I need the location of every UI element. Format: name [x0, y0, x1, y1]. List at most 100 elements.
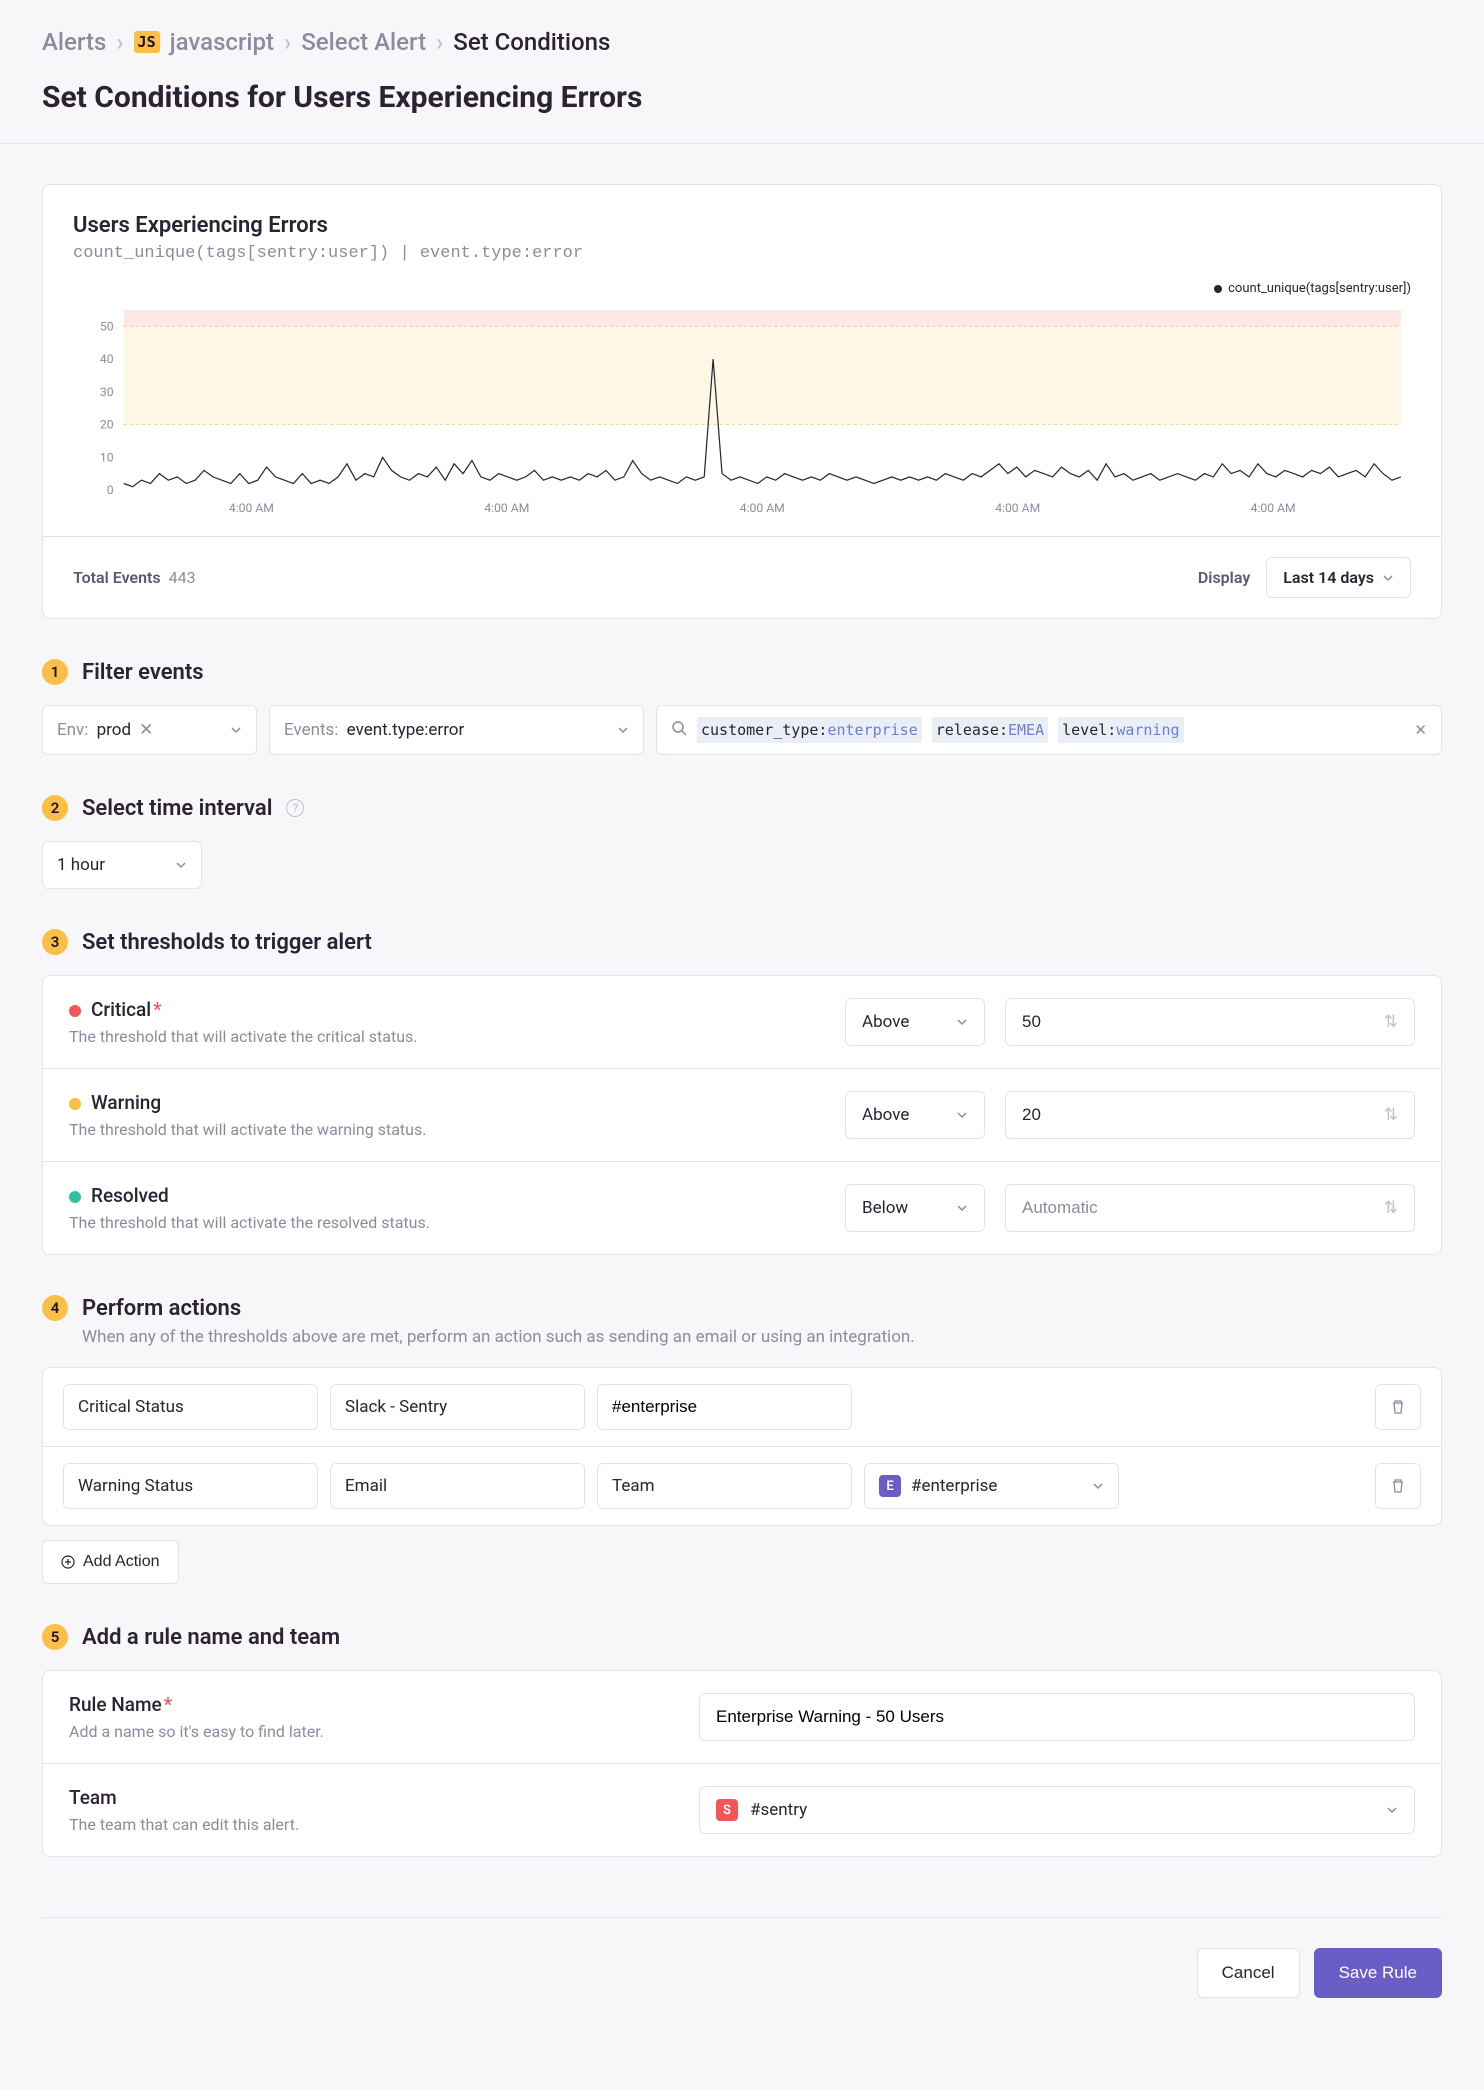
rule-name-input[interactable] — [699, 1693, 1415, 1741]
resolved-value-input[interactable]: ⇅ — [1005, 1184, 1415, 1232]
action-channel-select[interactable]: Slack - Sentry — [330, 1384, 585, 1430]
step-title-thresholds: Set thresholds to trigger alert — [82, 930, 372, 955]
dot-green-icon — [69, 1191, 81, 1203]
step-number-2: 2 — [42, 795, 68, 821]
stepper-icon[interactable]: ⇅ — [1384, 1198, 1398, 1218]
cancel-button[interactable]: Cancel — [1197, 1948, 1300, 1998]
breadcrumb-select-alert[interactable]: Select Alert — [301, 28, 426, 56]
chevron-down-icon — [552, 1401, 570, 1413]
svg-text:10: 10 — [100, 450, 114, 464]
step-number-4: 4 — [42, 1295, 68, 1321]
resolved-direction-select[interactable]: Below — [845, 1184, 985, 1232]
step-title-interval: Select time interval — [82, 796, 272, 821]
chevron-down-icon — [1382, 572, 1394, 584]
svg-text:4:00 AM: 4:00 AM — [484, 501, 529, 515]
events-select[interactable]: Events: event.type:error — [269, 705, 644, 755]
dot-yellow-icon — [69, 1098, 81, 1110]
team-badge-icon: S — [716, 1799, 738, 1821]
actions-panel: Critical Status Slack - Sentry Warning S… — [42, 1367, 1442, 1526]
legend-dot-icon — [1214, 285, 1222, 293]
action-scope-select[interactable]: Team — [597, 1463, 852, 1509]
delete-action-button[interactable] — [1375, 1384, 1421, 1430]
chevron-down-icon — [956, 1016, 968, 1028]
rule-team-select[interactable]: S #sentry — [699, 1786, 1415, 1834]
chart-subtitle: count_unique(tags[sentry:user]) | event.… — [73, 244, 1411, 263]
divider — [0, 143, 1484, 144]
team-badge-icon: E — [879, 1475, 901, 1497]
clear-icon[interactable]: ✕ — [139, 720, 153, 740]
dot-red-icon — [69, 1005, 81, 1017]
warning-direction-select[interactable]: Above — [845, 1091, 985, 1139]
display-label: Display — [1198, 568, 1250, 587]
action-target-input[interactable] — [597, 1384, 852, 1430]
svg-text:20: 20 — [100, 418, 114, 432]
trash-icon — [1390, 1399, 1406, 1415]
action-status-select[interactable]: Warning Status — [63, 1463, 318, 1509]
add-action-button[interactable]: Add Action — [42, 1540, 179, 1584]
chevron-down-icon — [1092, 1480, 1104, 1492]
action-team-select[interactable]: E #enterprise — [864, 1463, 1119, 1509]
svg-text:4:00 AM: 4:00 AM — [995, 501, 1040, 515]
rule-panel: Rule Name* Add a name so it's easy to fi… — [42, 1670, 1442, 1857]
svg-text:4:00 AM: 4:00 AM — [740, 501, 785, 515]
chart-panel: Users Experiencing Errors count_unique(t… — [42, 184, 1442, 619]
svg-text:4:00 AM: 4:00 AM — [1251, 501, 1296, 515]
stepper-icon[interactable]: ⇅ — [1384, 1012, 1398, 1032]
chart-title: Users Experiencing Errors — [73, 213, 1411, 238]
step-number-1: 1 — [42, 659, 68, 685]
action-status-select[interactable]: Critical Status — [63, 1384, 318, 1430]
chevron-right-icon: › — [116, 28, 123, 56]
rule-name-row: Rule Name* Add a name so it's easy to fi… — [43, 1671, 1441, 1763]
chevron-down-icon — [617, 724, 629, 736]
delete-action-button[interactable] — [1375, 1463, 1421, 1509]
svg-text:4:00 AM: 4:00 AM — [229, 501, 274, 515]
breadcrumb-current: Set Conditions — [453, 28, 610, 56]
chevron-down-icon — [285, 1401, 303, 1413]
chevron-down-icon — [175, 859, 187, 871]
page-title: Set Conditions for Users Experiencing Er… — [42, 80, 1442, 143]
step-number-3: 3 — [42, 929, 68, 955]
display-range-select[interactable]: Last 14 days — [1266, 557, 1411, 598]
step-subtitle-actions: When any of the thresholds above are met… — [82, 1327, 1442, 1347]
line-chart: 504030201004:00 AM4:00 AM4:00 AM4:00 AM4… — [73, 300, 1411, 520]
action-channel-select[interactable]: Email — [330, 1463, 585, 1509]
help-icon[interactable]: ? — [286, 799, 304, 817]
interval-select[interactable]: 1 hour — [42, 841, 202, 889]
step-title-actions: Perform actions — [82, 1296, 241, 1321]
js-badge: JS — [134, 31, 160, 53]
step-number-5: 5 — [42, 1624, 68, 1650]
svg-text:40: 40 — [100, 352, 114, 366]
chevron-down-icon — [956, 1109, 968, 1121]
action-row-2: Warning Status Email Team E #enterprise — [43, 1446, 1441, 1525]
total-events: Total Events443 — [73, 568, 196, 587]
chart-legend: count_unique(tags[sentry:user]) — [73, 281, 1411, 296]
action-row-1: Critical Status Slack - Sentry — [43, 1368, 1441, 1446]
step-title-rule: Add a rule name and team — [82, 1625, 340, 1650]
step-title-filter: Filter events — [82, 660, 204, 685]
save-button[interactable]: Save Rule — [1314, 1948, 1442, 1998]
critical-value-input[interactable]: ⇅ — [1005, 998, 1415, 1046]
env-select[interactable]: Env: prod ✕ — [42, 705, 257, 755]
chevron-down-icon — [230, 724, 242, 736]
threshold-row-warning: Warning The threshold that will activate… — [43, 1068, 1441, 1161]
chevron-down-icon — [819, 1480, 837, 1492]
clear-icon[interactable]: ✕ — [1414, 721, 1427, 739]
footer-actions: Cancel Save Rule — [42, 1917, 1442, 1998]
breadcrumb: Alerts › JS javascript › Select Alert › … — [42, 20, 1442, 80]
warning-value-input[interactable]: ⇅ — [1005, 1091, 1415, 1139]
trash-icon — [1390, 1478, 1406, 1494]
stepper-icon[interactable]: ⇅ — [1384, 1105, 1398, 1125]
breadcrumb-project[interactable]: javascript — [170, 28, 274, 56]
search-icon — [671, 720, 687, 740]
svg-text:30: 30 — [100, 385, 114, 399]
search-input[interactable]: customer_type:enterprise release:EMEA le… — [656, 705, 1442, 755]
chevron-right-icon: › — [436, 28, 443, 56]
thresholds-panel: Critical* The threshold that will activa… — [42, 975, 1442, 1255]
chart-area[interactable]: 504030201004:00 AM4:00 AM4:00 AM4:00 AM4… — [73, 300, 1411, 520]
chevron-down-icon — [285, 1480, 303, 1492]
threshold-row-resolved: Resolved The threshold that will activat… — [43, 1161, 1441, 1254]
critical-direction-select[interactable]: Above — [845, 998, 985, 1046]
breadcrumb-alerts[interactable]: Alerts — [42, 28, 106, 56]
plus-circle-icon — [61, 1555, 75, 1569]
chevron-down-icon — [552, 1480, 570, 1492]
